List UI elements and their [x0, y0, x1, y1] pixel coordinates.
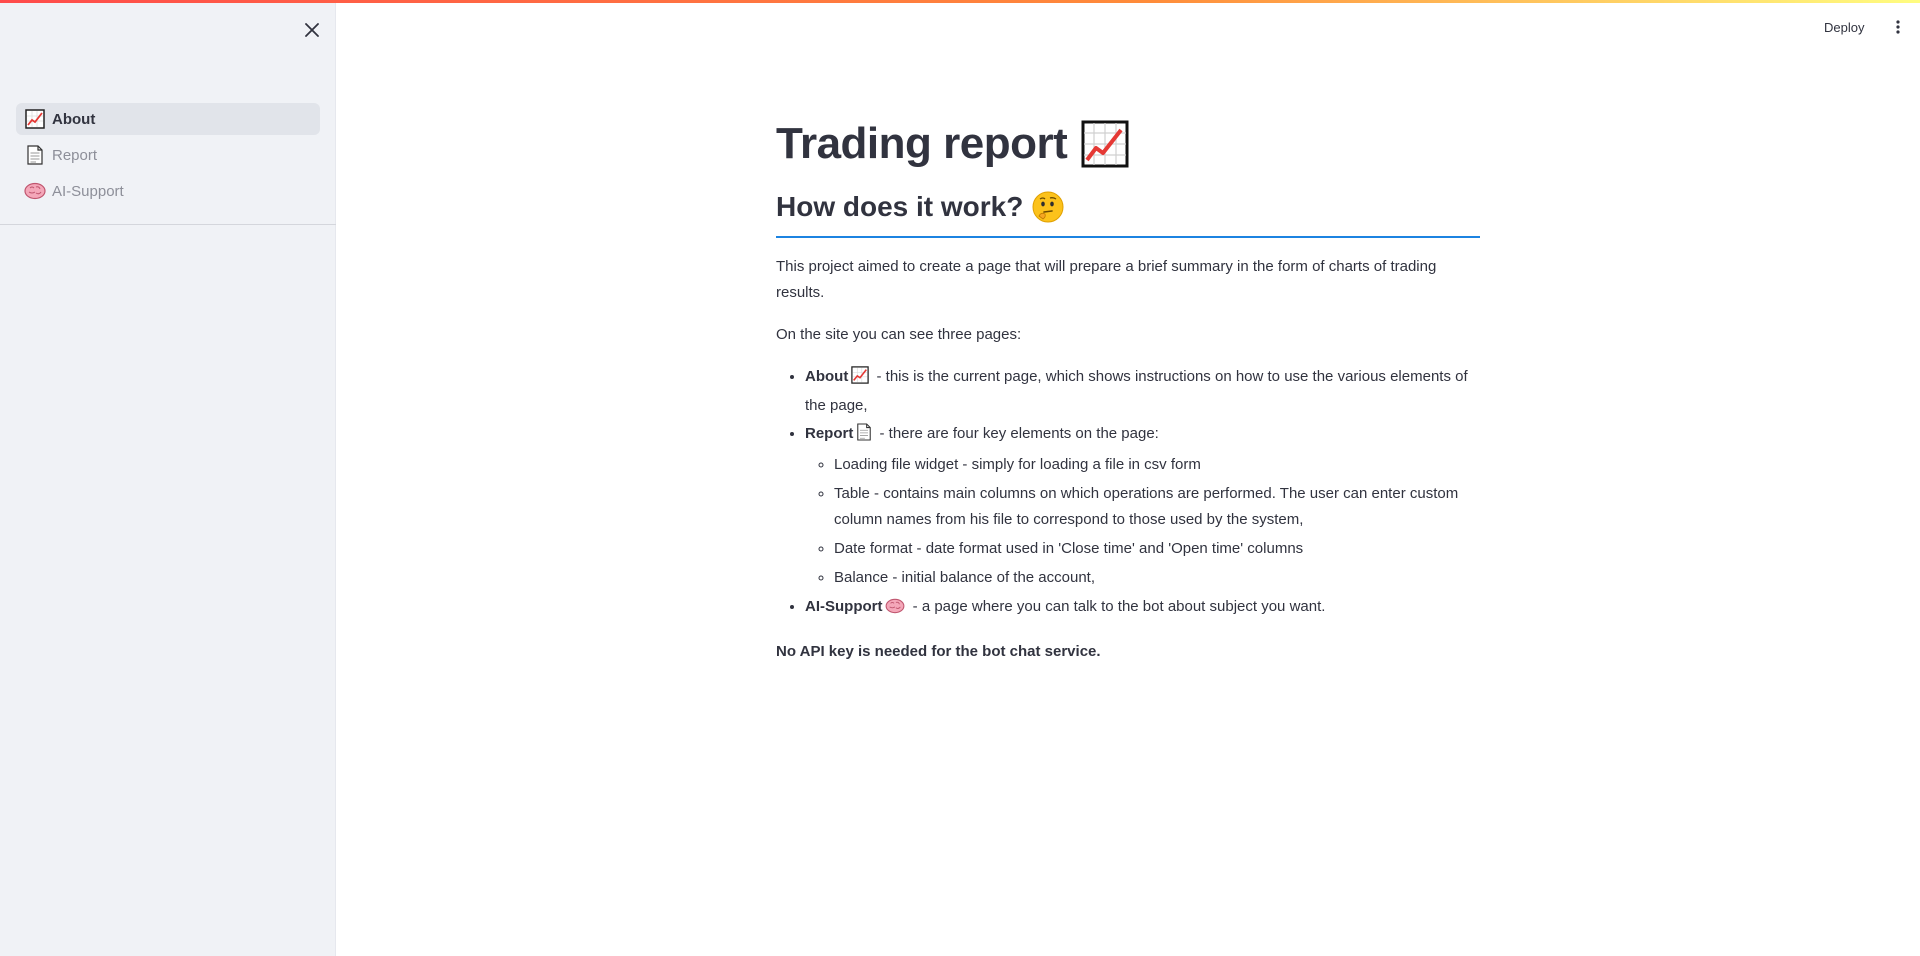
section-heading-text: How does it work?	[776, 191, 1024, 222]
list-item: Table - contains main columns on which o…	[834, 481, 1480, 533]
sidebar-nav: About Report AI-Support	[16, 103, 320, 211]
list-item-text: - a page where you can talk to the bot a…	[908, 598, 1326, 615]
list-item: Loading file widget - simply for loading…	[834, 452, 1480, 478]
list-item-about: About - this is the current page, which …	[805, 364, 1480, 419]
list-item: Date format - date format used in 'Close…	[834, 536, 1480, 562]
page-icon	[856, 423, 872, 450]
sidebar-item-ai-support[interactable]: AI-Support	[16, 175, 320, 207]
main-content: Trading report How does it work? This pr…	[776, 112, 1480, 665]
sidebar-item-label: Report	[52, 146, 98, 164]
list-item-text: - there are four key elements on the pag…	[875, 425, 1159, 442]
main-menu-button[interactable]	[1888, 14, 1908, 40]
list-item-label: About	[805, 368, 849, 385]
list-item-label: AI-Support	[805, 598, 883, 615]
more-vertical-icon	[1896, 20, 1900, 34]
intro-paragraph: This project aimed to create a page that…	[776, 258, 1437, 301]
list-item-report: Report - there are four key elements on …	[805, 421, 1480, 591]
page-icon	[24, 144, 46, 166]
pages-list: About - this is the current page, which …	[776, 364, 1480, 623]
heading-divider	[776, 236, 1480, 238]
page-title: Trading report	[776, 112, 1480, 176]
sidebar-divider	[0, 224, 336, 225]
sidebar-item-report[interactable]: Report	[16, 139, 320, 171]
list-item-text: - this is the current page, which shows …	[805, 368, 1468, 414]
pages-intro-paragraph: On the site you can see three pages:	[776, 326, 1022, 343]
thinking-face-icon	[1031, 190, 1065, 224]
top-decoration-bar	[0, 0, 1920, 3]
brain-icon	[885, 597, 905, 623]
section-heading: How does it work?	[776, 186, 1480, 228]
close-icon	[305, 23, 319, 37]
list-item-ai-support: AI-Support - a page where you can talk t…	[805, 594, 1480, 623]
sidebar: About Report AI-Support	[0, 0, 336, 956]
list-item: Balance - initial balance of the account…	[834, 565, 1480, 591]
deploy-button[interactable]: Deploy	[1818, 14, 1870, 40]
chart-increasing-icon	[1081, 120, 1129, 168]
brain-icon	[24, 180, 46, 202]
sidebar-item-label: AI-Support	[52, 182, 124, 200]
report-elements-list: Loading file widget - simply for loading…	[805, 452, 1480, 591]
sidebar-item-label: About	[52, 110, 96, 128]
sidebar-item-about[interactable]: About	[16, 103, 320, 135]
close-sidebar-button[interactable]	[300, 18, 324, 42]
list-item-label: Report	[805, 425, 854, 442]
chart-increasing-icon	[24, 108, 46, 130]
api-key-note: No API key is needed for the bot chat se…	[776, 643, 1101, 660]
page-title-text: Trading report	[776, 119, 1068, 168]
chart-increasing-icon	[851, 366, 870, 393]
